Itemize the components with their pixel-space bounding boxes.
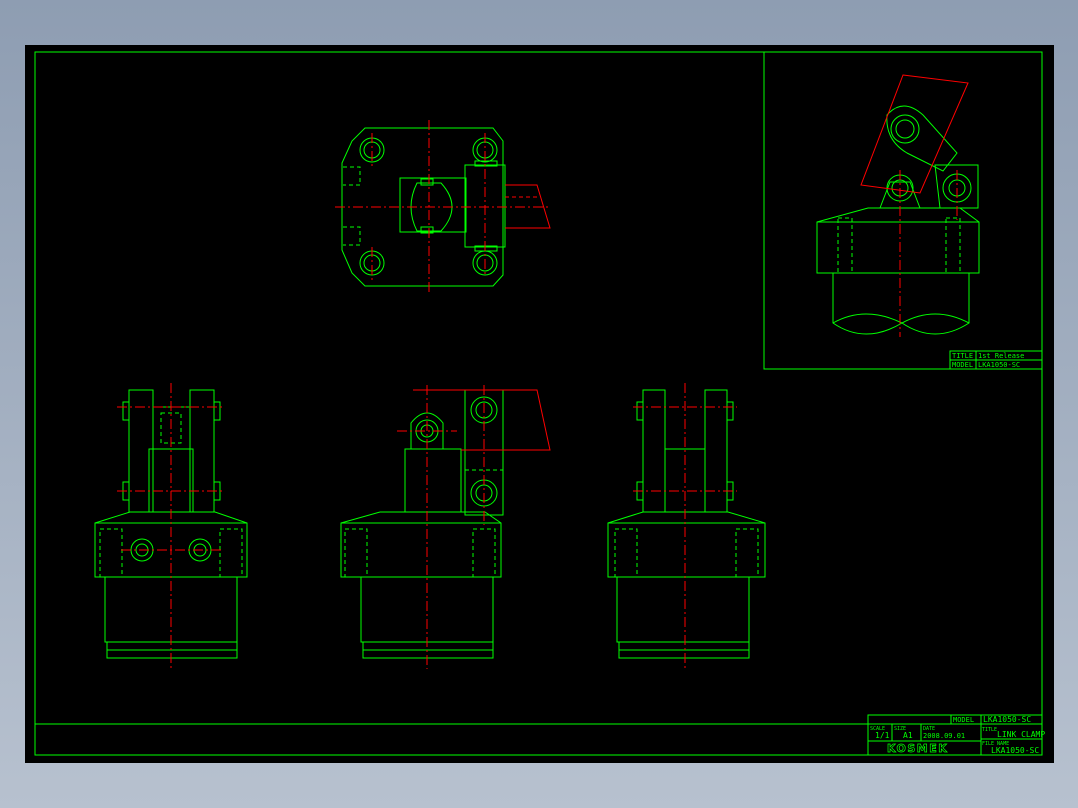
front-view-right [607,383,766,669]
inset-title-block: TITLE 1st Release MODEL LKA1050-SC [949,350,1043,370]
model-value: LKA1050-SC [983,715,1031,724]
inset-title-value: 1st Release [978,352,1024,360]
company-logo: KOSMEK [887,742,948,755]
title-block: MODEL LKA1050-SC TITLE LINK CLAMP FILE N… [867,714,1045,756]
scale-value: 1/1 [875,731,890,740]
inset-model-label: MODEL [952,361,973,369]
size-value: A1 [903,731,913,740]
cad-drawing: TITLE 1st Release MODEL LKA1050-SC MODEL… [34,51,1045,756]
drawing-sheet: TITLE 1st Release MODEL LKA1050-SC MODEL… [25,45,1054,763]
inset-title-label: TITLE [952,352,973,360]
front-view-left [94,383,248,669]
date-value: 2008.09.01 [923,732,965,740]
title-value: LINK CLAMP [997,730,1045,739]
top-view [335,120,551,293]
model-label: MODEL [953,716,974,724]
inset-model-value: LKA1050-SC [978,361,1020,369]
inset-isometric-view [816,74,980,337]
front-view-center [340,385,551,669]
title-label: TITLE [982,727,997,733]
file-name-value: LKA1050-SC [991,746,1039,755]
